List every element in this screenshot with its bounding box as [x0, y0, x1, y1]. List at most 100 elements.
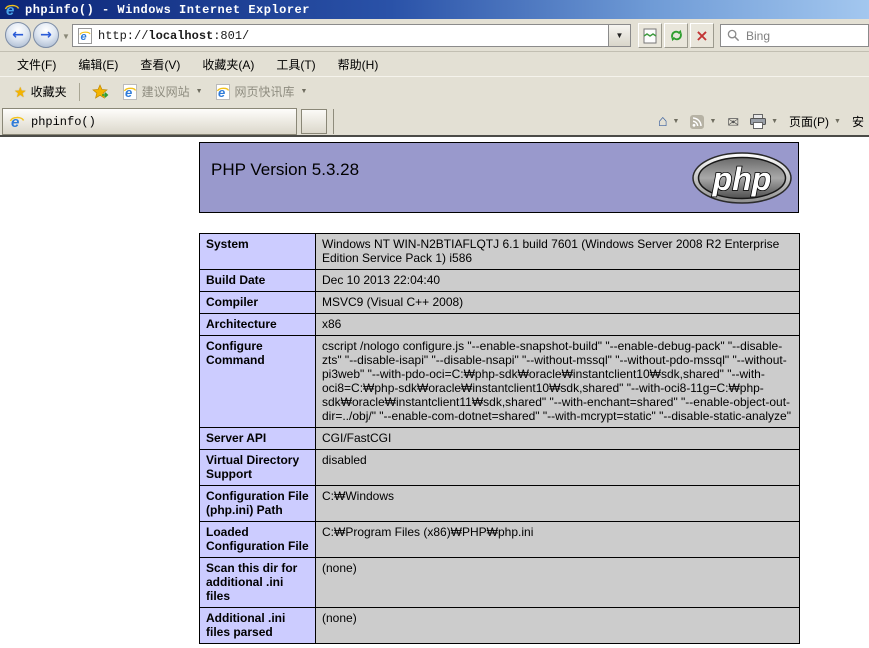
page-icon: e [77, 28, 93, 44]
mail-icon: ✉ [727, 115, 739, 129]
window-title: phpinfo() - Windows Internet Explorer [25, 3, 310, 17]
info-label-cell: Configuration File (php.ini) Path [200, 486, 316, 522]
back-button[interactable]: ← [5, 22, 31, 48]
print-button[interactable]: ▼ [747, 112, 781, 131]
command-bar: ⌂ ▼ ▼ ✉ ▼ 页面(P) ▼ [655, 108, 869, 135]
broken-page-icon [643, 28, 657, 44]
menu-file[interactable]: 文件(F) [6, 53, 67, 76]
feeds-button[interactable]: ▼ [687, 113, 719, 131]
stop-x-icon: × [695, 26, 708, 45]
chevron-down-icon: ▼ [771, 118, 778, 125]
svg-text:e: e [125, 85, 132, 100]
ie-logo-icon: e [4, 2, 20, 18]
info-label-cell: Architecture [200, 314, 316, 336]
php-logo: php [692, 152, 792, 204]
chevron-down-icon: ▼ [673, 118, 680, 125]
tab-separator [333, 109, 334, 134]
ie-logo-icon: e [9, 114, 25, 130]
info-value-cell: C:₩Program Files (x86)₩PHP₩php.ini [316, 522, 800, 558]
navigation-bar: ← → ▼ e http://localhost:801/ ▼ × Bing [0, 19, 869, 52]
info-row-server-api: Server APICGI/FastCGI [200, 428, 800, 450]
info-row-configure-command: Configure Commandcscript /nologo configu… [200, 336, 800, 428]
browser-window: e phpinfo() - Windows Internet Explorer … [0, 0, 869, 648]
menu-help[interactable]: 帮助(H) [327, 53, 390, 76]
page-content: PHP Version 5.3.28 php [0, 137, 869, 648]
info-row-loaded-config: Loaded Configuration FileC:₩Program File… [200, 522, 800, 558]
info-row-compiler: CompilerMSVC9 (Visual C++ 2008) [200, 292, 800, 314]
forward-button[interactable]: → [33, 22, 59, 48]
info-value-cell: Dec 10 2013 22:04:40 [316, 270, 800, 292]
address-bar-input[interactable]: e http://localhost:801/ [72, 24, 608, 47]
tab-phpinfo[interactable]: e phpinfo() [2, 108, 297, 135]
tab-title: phpinfo() [31, 115, 96, 129]
chevron-down-icon: ▼ [301, 88, 308, 95]
info-value-cell: C:₩Windows [316, 486, 800, 522]
info-value-cell: CGI/FastCGI [316, 428, 800, 450]
url-text: http://localhost:801/ [98, 29, 249, 43]
suggested-sites-button[interactable]: e 建议网站 ▼ [116, 80, 209, 103]
info-label-cell: Server API [200, 428, 316, 450]
ie-page-icon: e [215, 84, 231, 100]
web-slices-label: 网页快讯库 [235, 83, 295, 100]
info-row-system: SystemWindows NT WIN-N2BTIAFLQTJ 6.1 bui… [200, 234, 800, 270]
info-label-cell: Configure Command [200, 336, 316, 428]
info-value-cell: (none) [316, 558, 800, 608]
phpinfo-table: SystemWindows NT WIN-N2BTIAFLQTJ 6.1 bui… [199, 233, 800, 644]
svg-text:e: e [11, 114, 19, 130]
info-label-cell: Loaded Configuration File [200, 522, 316, 558]
info-row-scan-dir: Scan this dir for additional .ini files(… [200, 558, 800, 608]
new-tab-button[interactable] [301, 109, 327, 134]
chevron-down-icon: ▼ [709, 118, 716, 125]
info-value-cell: Windows NT WIN-N2BTIAFLQTJ 6.1 build 760… [316, 234, 800, 270]
chevron-down-icon: ▼ [196, 88, 203, 95]
favorites-bar: ★ 收藏夹 e 建议网站 ▼ e 网页快讯库 ▼ [0, 76, 869, 106]
forward-arrow-icon: → [40, 27, 52, 43]
suggested-sites-label: 建议网站 [142, 83, 190, 100]
info-value-cell: MSVC9 (Visual C++ 2008) [316, 292, 800, 314]
phpinfo-header: PHP Version 5.3.28 php [199, 142, 799, 213]
phpinfo-container: PHP Version 5.3.28 php [199, 142, 799, 644]
address-dropdown-button[interactable]: ▼ [608, 24, 631, 47]
info-label-cell: System [200, 234, 316, 270]
refresh-button[interactable] [664, 23, 688, 48]
info-value-cell: (none) [316, 608, 800, 644]
info-value-cell: disabled [316, 450, 800, 486]
favorites-button[interactable]: ★ 收藏夹 [8, 80, 73, 103]
recent-pages-dropdown[interactable]: ▼ [62, 32, 70, 41]
star-arrow-icon [92, 84, 110, 100]
menu-edit[interactable]: 编辑(E) [67, 53, 129, 76]
page-title: PHP Version 5.3.28 [211, 160, 359, 180]
home-icon: ⌂ [658, 114, 668, 130]
home-button[interactable]: ⌂ ▼ [655, 112, 683, 132]
favorites-separator [79, 83, 80, 101]
menu-bar: 文件(F) 编辑(E) 查看(V) 收藏夹(A) 工具(T) 帮助(H) [0, 52, 869, 76]
printer-icon [750, 114, 766, 129]
read-mail-button[interactable]: ✉ [724, 113, 742, 131]
safety-menu-button[interactable]: 安 [849, 111, 867, 132]
menu-favorites[interactable]: 收藏夹(A) [191, 53, 265, 76]
rss-icon [690, 115, 704, 129]
info-row-config-path: Configuration File (php.ini) PathC:₩Wind… [200, 486, 800, 522]
info-label-cell: Build Date [200, 270, 316, 292]
compatibility-view-button[interactable] [638, 23, 662, 48]
menu-tools[interactable]: 工具(T) [265, 53, 326, 76]
stop-button[interactable]: × [690, 23, 714, 48]
add-to-favorites-bar-button[interactable] [86, 81, 116, 103]
info-row-virtual-directory: Virtual Directory Supportdisabled [200, 450, 800, 486]
info-row-architecture: Architecturex86 [200, 314, 800, 336]
title-bar[interactable]: e phpinfo() - Windows Internet Explorer [0, 0, 869, 19]
star-icon: ★ [14, 85, 27, 99]
search-input[interactable]: Bing [720, 24, 869, 47]
tab-bar: e phpinfo() ⌂ ▼ ▼ ✉ [0, 106, 869, 137]
info-label-cell: Additional .ini files parsed [200, 608, 316, 644]
web-slices-button[interactable]: e 网页快讯库 ▼ [209, 80, 314, 103]
info-row-additional-ini: Additional .ini files parsed(none) [200, 608, 800, 644]
favorites-label: 收藏夹 [31, 83, 67, 100]
info-label-cell: Compiler [200, 292, 316, 314]
menu-view[interactable]: 查看(V) [129, 53, 191, 76]
svg-text:e: e [218, 85, 225, 100]
info-value-cell: cscript /nologo configure.js "--enable-s… [316, 336, 800, 428]
page-menu-button[interactable]: 页面(P) ▼ [786, 111, 844, 132]
search-icon[interactable] [727, 29, 740, 42]
info-row-build-date: Build DateDec 10 2013 22:04:40 [200, 270, 800, 292]
